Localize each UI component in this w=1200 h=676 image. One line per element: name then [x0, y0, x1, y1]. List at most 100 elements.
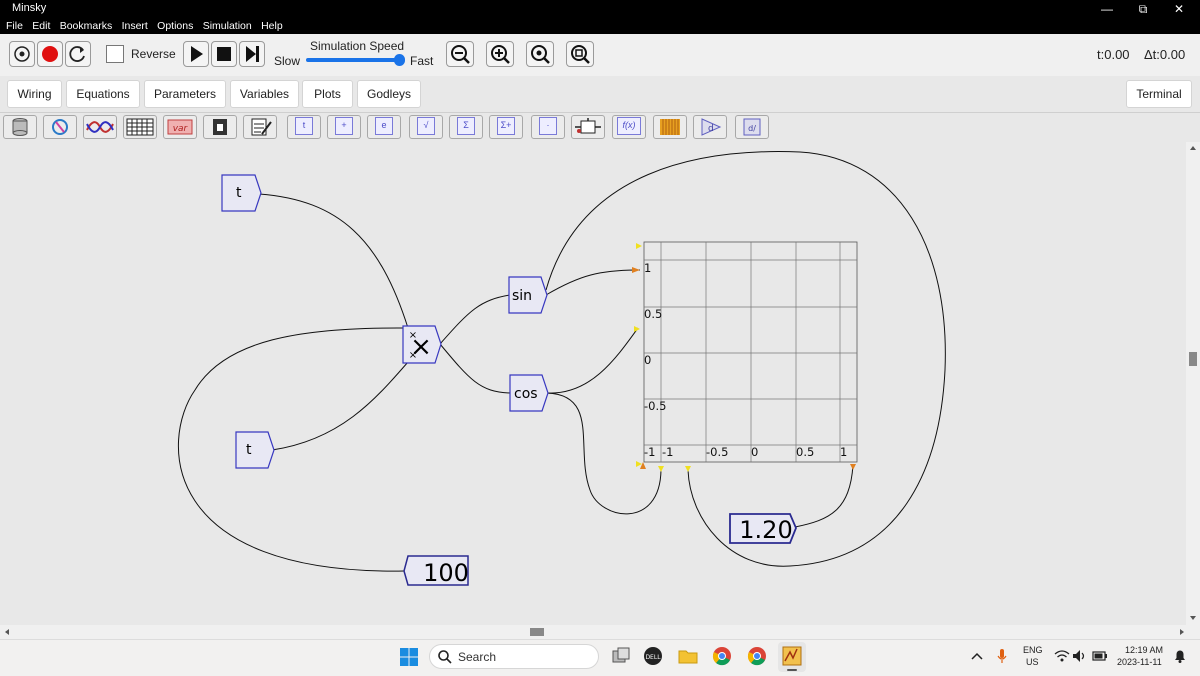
- recenter-button[interactable]: [9, 41, 35, 67]
- plot-waves-icon: [86, 121, 114, 133]
- tab-equations[interactable]: Equations: [66, 80, 140, 108]
- run-button[interactable]: [183, 41, 209, 67]
- plot-x-tick: 0.5: [796, 445, 814, 459]
- wire-multiply-to-cos[interactable]: [439, 343, 511, 394]
- tab-plots[interactable]: Plots: [302, 80, 353, 108]
- task-view-button[interactable]: [611, 646, 631, 669]
- taskbar-search[interactable]: Search: [429, 644, 599, 669]
- network-status[interactable]: [1054, 649, 1070, 666]
- plot-port-xmin[interactable]: [658, 466, 664, 472]
- lock-button[interactable]: [203, 115, 237, 139]
- menu-bar: File Edit Bookmarks Insert Options Simul…: [0, 18, 1200, 34]
- restore-button[interactable]: ⧉: [1125, 0, 1161, 18]
- vertical-scrollbar[interactable]: [1186, 142, 1200, 625]
- record-button[interactable]: [37, 41, 63, 67]
- menu-help[interactable]: Help: [261, 18, 283, 34]
- microphone-button[interactable]: [996, 648, 1008, 667]
- wire-multiply-to-sin[interactable]: [439, 294, 511, 345]
- variable-button[interactable]: var: [163, 115, 197, 139]
- svg-text:d/: d/: [748, 124, 756, 133]
- dell-app-button[interactable]: DELL: [643, 646, 663, 669]
- menu-edit[interactable]: Edit: [32, 18, 50, 34]
- wire-t-top-to-multiply[interactable]: [258, 193, 409, 329]
- menu-simulation[interactable]: Simulation: [203, 18, 252, 34]
- integral-button[interactable]: d: [693, 115, 727, 139]
- op-t-top[interactable]: t: [221, 174, 262, 212]
- minimize-button[interactable]: —: [1089, 0, 1125, 18]
- terminal-button[interactable]: Terminal: [1126, 80, 1192, 108]
- op-multiply[interactable]: × × ×: [402, 325, 442, 364]
- menu-options[interactable]: Options: [157, 18, 193, 34]
- title-bar: Minsky — ⧉ ✕: [0, 0, 1200, 18]
- tab-variables[interactable]: Variables: [230, 80, 299, 108]
- add-op-button[interactable]: +: [327, 115, 361, 139]
- notifications-button[interactable]: [1172, 648, 1188, 667]
- zoom-reset-icon: [571, 45, 590, 64]
- plot-port-y1[interactable]: [632, 267, 640, 273]
- database-button[interactable]: [3, 115, 37, 139]
- constant-100[interactable]: 100: [403, 555, 469, 587]
- horizontal-scrollbar[interactable]: [0, 625, 1200, 639]
- wire-100-to-multiply[interactable]: [177, 327, 409, 572]
- op-t-bottom[interactable]: t: [235, 431, 275, 469]
- start-button[interactable]: [399, 647, 419, 670]
- menu-file[interactable]: File: [6, 18, 23, 34]
- plot-port-xmax[interactable]: [850, 464, 856, 470]
- tab-wiring[interactable]: Wiring: [7, 80, 62, 108]
- show-hidden-icons-button[interactable]: [970, 650, 984, 665]
- zoom-in-button[interactable]: [486, 41, 514, 67]
- sqrt-op-button[interactable]: √: [409, 115, 443, 139]
- minsky-taskbar-button[interactable]: [778, 642, 806, 672]
- simulation-speed-thumb[interactable]: [394, 54, 405, 66]
- dell-logo-icon: DELL: [644, 647, 662, 665]
- file-explorer-button[interactable]: [678, 646, 698, 669]
- zoom-reset-button[interactable]: [566, 41, 594, 67]
- plot-y-tick: 0.5: [644, 307, 662, 321]
- wire-1.20-to-plot-xmax[interactable]: [794, 464, 854, 528]
- time-op-button[interactable]: t: [287, 115, 321, 139]
- wire-sin-to-plot-y1[interactable]: [545, 269, 641, 296]
- volume-status[interactable]: [1072, 649, 1088, 666]
- zoom-out-button[interactable]: [446, 41, 474, 67]
- recording-replay-button[interactable]: [65, 41, 91, 67]
- chrome-button[interactable]: [712, 646, 732, 669]
- sync-button[interactable]: [43, 115, 77, 139]
- dot-op-button[interactable]: ·: [531, 115, 565, 139]
- plot-widget[interactable]: 1 0.5 0 -0.5 -1 -1 -0.5 0 0.5 1: [632, 241, 858, 472]
- switch-button[interactable]: [571, 115, 605, 139]
- zoom-fit-button[interactable]: [526, 41, 554, 67]
- sum-op-button[interactable]: Σ: [449, 115, 483, 139]
- step-button[interactable]: [239, 41, 265, 67]
- table-button[interactable]: [123, 115, 157, 139]
- stop-button[interactable]: [211, 41, 237, 67]
- tab-parameters[interactable]: Parameters: [144, 80, 226, 108]
- taskbar-clock-date[interactable]: 2023-11-11: [1117, 657, 1162, 667]
- note-button[interactable]: [243, 115, 277, 139]
- simulation-speed-slider[interactable]: [306, 58, 402, 62]
- derivative-button[interactable]: d/: [735, 115, 769, 139]
- reverse-checkbox[interactable]: [106, 45, 124, 63]
- battery-status[interactable]: [1092, 650, 1108, 665]
- running-sum-op-button[interactable]: Σ+: [489, 115, 523, 139]
- taskbar-clock-time[interactable]: 12:19 AM: [1125, 645, 1163, 655]
- menu-bookmarks[interactable]: Bookmarks: [60, 18, 113, 34]
- running-sum-op-icon: Σ+: [497, 117, 515, 136]
- wire-t-bottom-to-multiply[interactable]: [271, 361, 409, 451]
- wire-cos-to-plot-y2[interactable]: [546, 327, 639, 394]
- euler-op-button[interactable]: e: [367, 115, 401, 139]
- language-bottom[interactable]: US: [1026, 657, 1039, 667]
- close-button[interactable]: ✕: [1161, 0, 1197, 18]
- sheet-button[interactable]: [653, 115, 687, 139]
- plot-port-y2[interactable]: [634, 326, 640, 332]
- plot-port-x[interactable]: [685, 466, 691, 472]
- chrome-profile-button[interactable]: [747, 646, 767, 669]
- constant-1-20[interactable]: 1.20: [729, 513, 797, 544]
- language-top[interactable]: ENG: [1023, 645, 1043, 655]
- op-sin[interactable]: sin: [508, 276, 548, 314]
- menu-insert[interactable]: Insert: [122, 18, 148, 34]
- plot-widget-button[interactable]: [83, 115, 117, 139]
- op-cos[interactable]: cos: [509, 374, 549, 412]
- wiring-diagram[interactable]: t t × × × sin cos 100 1.20 1 0.5 0 -0.5 …: [0, 142, 1186, 625]
- function-button[interactable]: f(x): [612, 115, 646, 139]
- tab-godleys[interactable]: Godleys: [357, 80, 421, 108]
